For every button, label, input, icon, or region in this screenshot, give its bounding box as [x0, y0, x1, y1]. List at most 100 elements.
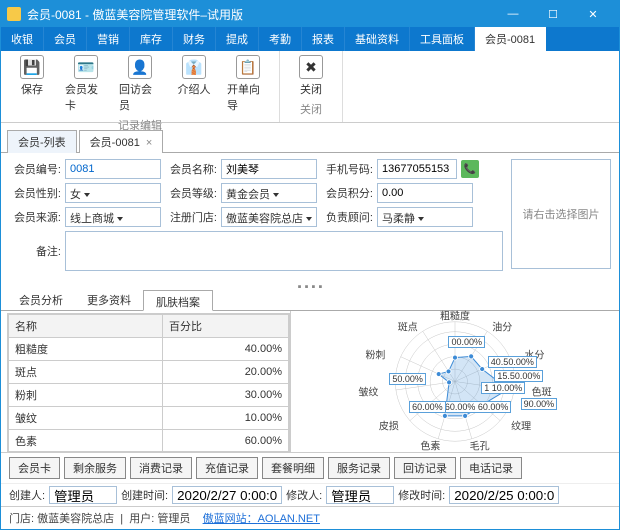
col-name[interactable]: 名称 — [9, 315, 163, 338]
menu-9[interactable]: 工具面板 — [410, 27, 475, 51]
menu-5[interactable]: 提成 — [216, 27, 259, 51]
radar-axis-label: 皱纹 — [358, 383, 378, 398]
table-row[interactable]: 斑点20.00% — [9, 361, 289, 384]
table-row[interactable]: 皱纹10.00% — [9, 407, 289, 430]
chart-annotation: 60.00% 60.00% — [442, 401, 512, 413]
status-link[interactable]: 傲蓝网站：AOLAN.NET — [203, 513, 320, 525]
member-no-input[interactable] — [65, 159, 161, 179]
doc-tab-0[interactable]: 会员-列表 — [7, 130, 77, 153]
radar-axis-label: 粉刺 — [365, 346, 385, 361]
minimize-button[interactable]: — — [493, 1, 533, 27]
footer-btn-服务记录[interactable]: 服务记录 — [328, 457, 390, 479]
sub-tabs: 会员分析更多资料肌肤档案 — [1, 289, 619, 311]
chevron-down-icon — [84, 193, 90, 197]
table-row[interactable]: 粗糙度40.00% — [9, 338, 289, 361]
dial-button[interactable]: 📞 — [461, 160, 479, 178]
doc-tab-1[interactable]: 会员-0081× — [79, 130, 164, 153]
label-mtime: 修改时间: — [398, 487, 445, 503]
consult-select[interactable]: 马柔静 — [377, 207, 473, 227]
ribbon: 💾保存🪪会员发卡👤回访会员👔介绍人📋开单向导 记录编辑 ✖关闭 关闭 — [1, 51, 619, 123]
footer-btn-剩余服务[interactable]: 剩余服务 — [64, 457, 126, 479]
radar-axis-label: 粗糙度 — [440, 308, 470, 323]
label-modifier: 修改人: — [286, 487, 322, 503]
subtab-1[interactable]: 更多资料 — [75, 289, 143, 310]
chart-annotation: 60.00% — [409, 401, 446, 413]
radar-axis-label: 斑点 — [398, 318, 418, 333]
mtime-input[interactable] — [449, 486, 559, 504]
menu-7[interactable]: 报表 — [302, 27, 345, 51]
menu-8[interactable]: 基础资料 — [345, 27, 410, 51]
menu-4[interactable]: 财务 — [173, 27, 216, 51]
modifier-input[interactable] — [326, 486, 394, 504]
chart-annotation: 50.00% — [389, 373, 426, 385]
creator-input[interactable] — [49, 486, 117, 504]
skin-table-wrap: 名称 百分比 粗糙度40.00%斑点20.00%粉刺30.00%皱纹10.00%… — [1, 311, 291, 452]
photo-box[interactable]: 请右击选择图片 — [511, 159, 611, 269]
menu-2[interactable]: 营销 — [87, 27, 130, 51]
radar-axis-label: 毛孔 — [470, 438, 490, 453]
ribbon-会员发卡[interactable]: 🪪会员发卡 — [65, 55, 107, 113]
member-name-input[interactable] — [221, 159, 317, 179]
grade-select[interactable]: 黄金会员 — [221, 183, 317, 203]
source-select[interactable]: 线上商城 — [65, 207, 161, 227]
radar-axis-label: 色斑 — [532, 383, 552, 398]
splitter[interactable]: ▪ ▪ ▪ ▪ — [1, 281, 619, 289]
radar-chart: 粗糙度油分水分色斑纹理毛孔色素皮损皱纹粉刺斑点 00.00%40.50.00%1… — [291, 311, 619, 452]
ribbon-关闭[interactable]: ✖关闭 — [290, 55, 332, 97]
status-user-label: 用户: — [129, 513, 154, 525]
maximize-button[interactable]: ☐ — [533, 1, 573, 27]
ribbon-group-edit: 💾保存🪪会员发卡👤回访会员👔介绍人📋开单向导 记录编辑 — [1, 51, 280, 122]
footer-btn-充值记录[interactable]: 充值记录 — [196, 457, 258, 479]
footer-btn-电话记录[interactable]: 电话记录 — [460, 457, 522, 479]
menu-10[interactable]: 会员-0081 — [475, 27, 546, 51]
subtab-0[interactable]: 会员分析 — [7, 289, 75, 310]
radar-axis-label: 皮损 — [379, 417, 399, 432]
label-ctime: 创建时间: — [121, 487, 168, 503]
shop-select[interactable]: 傲蓝美容院总店 — [221, 207, 317, 227]
ribbon-保存[interactable]: 💾保存 — [11, 55, 53, 113]
statusbar: 门店: 傲蓝美容院总店 | 用户: 管理员 傲蓝网站：AOLAN.NET — [1, 506, 619, 529]
sex-select[interactable]: 女 — [65, 183, 161, 203]
footer-button-row: 会员卡剩余服务消费记录充值记录套餐明细服务记录回访记录电话记录 — [1, 452, 619, 483]
label-sex: 会员性别: — [9, 185, 61, 201]
ribbon-回访会员[interactable]: 👤回访会员 — [119, 55, 161, 113]
menubar: 收银会员营销库存财务提成考勤报表基础资料工具面板会员-0081 — [1, 27, 619, 51]
menu-1[interactable]: 会员 — [44, 27, 87, 51]
label-shop: 注册门店: — [165, 209, 217, 225]
label-score: 会员积分: — [321, 185, 373, 201]
menu-0[interactable]: 收银 — [1, 27, 44, 51]
radar-axis-label: 油分 — [492, 318, 512, 333]
skin-profile-pane: 名称 百分比 粗糙度40.00%斑点20.00%粉刺30.00%皱纹10.00%… — [1, 311, 619, 452]
table-row[interactable]: 色素60.00% — [9, 430, 289, 453]
ribbon-icon: 🪪 — [74, 55, 98, 79]
ribbon-icon: 👤 — [128, 55, 152, 79]
close-button[interactable]: ✕ — [573, 1, 613, 27]
footer-btn-套餐明细[interactable]: 套餐明细 — [262, 457, 324, 479]
chevron-down-icon — [273, 193, 279, 197]
footer-btn-回访记录[interactable]: 回访记录 — [394, 457, 456, 479]
ctime-input[interactable] — [172, 486, 282, 504]
label-remark: 备注: — [9, 243, 61, 259]
footer-btn-消费记录[interactable]: 消费记录 — [130, 457, 192, 479]
ribbon-开单向导[interactable]: 📋开单向导 — [227, 55, 269, 113]
tab-close-icon[interactable]: × — [146, 137, 152, 149]
menu-6[interactable]: 考勤 — [259, 27, 302, 51]
subtab-2[interactable]: 肌肤档案 — [143, 290, 213, 311]
skin-table: 名称 百分比 粗糙度40.00%斑点20.00%粉刺30.00%皱纹10.00%… — [8, 314, 289, 452]
phone-input[interactable] — [377, 159, 457, 179]
table-row[interactable]: 粉刺30.00% — [9, 384, 289, 407]
label-source: 会员来源: — [9, 209, 61, 225]
menu-3[interactable]: 库存 — [130, 27, 173, 51]
chart-annotation: 15.50.00% — [494, 370, 543, 382]
remark-textarea[interactable] — [65, 231, 503, 271]
ribbon-group-close: ✖关闭 关闭 — [280, 51, 343, 122]
footer-btn-会员卡[interactable]: 会员卡 — [9, 457, 60, 479]
status-shop-label: 门店: — [9, 513, 34, 525]
status-user: 管理员 — [157, 513, 190, 525]
col-pct[interactable]: 百分比 — [163, 315, 289, 338]
ribbon-介绍人[interactable]: 👔介绍人 — [173, 55, 215, 113]
app-icon — [7, 7, 21, 21]
ribbon-icon: ✖ — [299, 55, 323, 79]
score-input[interactable] — [377, 183, 473, 203]
document-tabs: 会员-列表会员-0081× — [1, 129, 619, 153]
